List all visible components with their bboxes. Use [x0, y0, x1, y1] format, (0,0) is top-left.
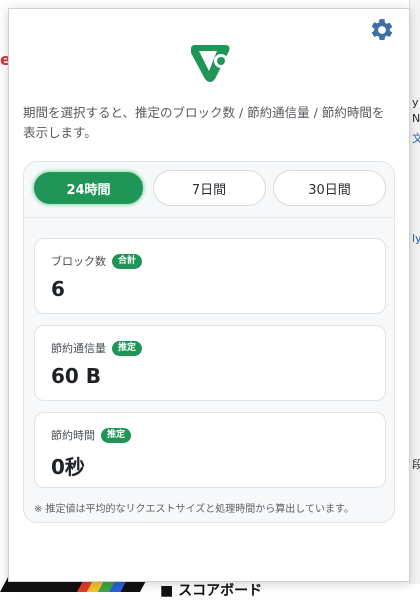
- status-badge: 推定: [101, 427, 132, 443]
- blocked-count-card: ブロック数 合計 6: [34, 238, 386, 314]
- card-value: 6: [51, 277, 65, 301]
- card-value: 60 B: [51, 364, 102, 388]
- card-label: ブロック数: [51, 255, 106, 268]
- background-text-fragment: y: [412, 96, 419, 109]
- tab-24h[interactable]: 24時間: [32, 170, 145, 206]
- divider: [24, 217, 394, 218]
- tab-30d[interactable]: 30日間: [273, 170, 386, 206]
- footnote: ※ 推定値は平均的なリクエストサイズと処理時間から算出しています。: [34, 504, 354, 515]
- background-scoreboard-heading: ■ スコアボード: [160, 583, 263, 599]
- background-text-fragment: ly: [412, 232, 420, 245]
- background-text-fragment: 段: [412, 458, 420, 471]
- status-badge: 推定: [112, 340, 143, 356]
- tab-7d[interactable]: 7日間: [152, 170, 266, 206]
- extension-popup: 期間を選択すると、推定のブロック数 / 節約通信量 / 節約時間を表示します。 …: [8, 8, 410, 582]
- background-page-edge: [409, 0, 420, 592]
- background-text-fragment: N: [412, 112, 420, 125]
- stats-panel: 24時間 7日間 30日間 ブロック数 合計 6 節約通信量 推定 60 B 節…: [23, 161, 395, 523]
- saved-traffic-card: 節約通信量 推定 60 B: [34, 325, 386, 401]
- status-badge: 合計: [112, 253, 143, 269]
- card-label: 節約通信量: [51, 342, 106, 355]
- gear-icon[interactable]: [369, 17, 395, 43]
- saved-time-card: 節約時間 推定 0秒: [34, 412, 386, 488]
- period-tabs: 24時間 7日間 30日間: [32, 170, 386, 210]
- card-label: 節約時間: [51, 429, 95, 442]
- background-text-fragment: 文: [412, 132, 420, 145]
- card-value: 0秒: [51, 455, 85, 479]
- logo-icon: [191, 45, 230, 82]
- description-text: 期間を選択すると、推定のブロック数 / 節約通信量 / 節約時間を表示します。: [23, 105, 385, 140]
